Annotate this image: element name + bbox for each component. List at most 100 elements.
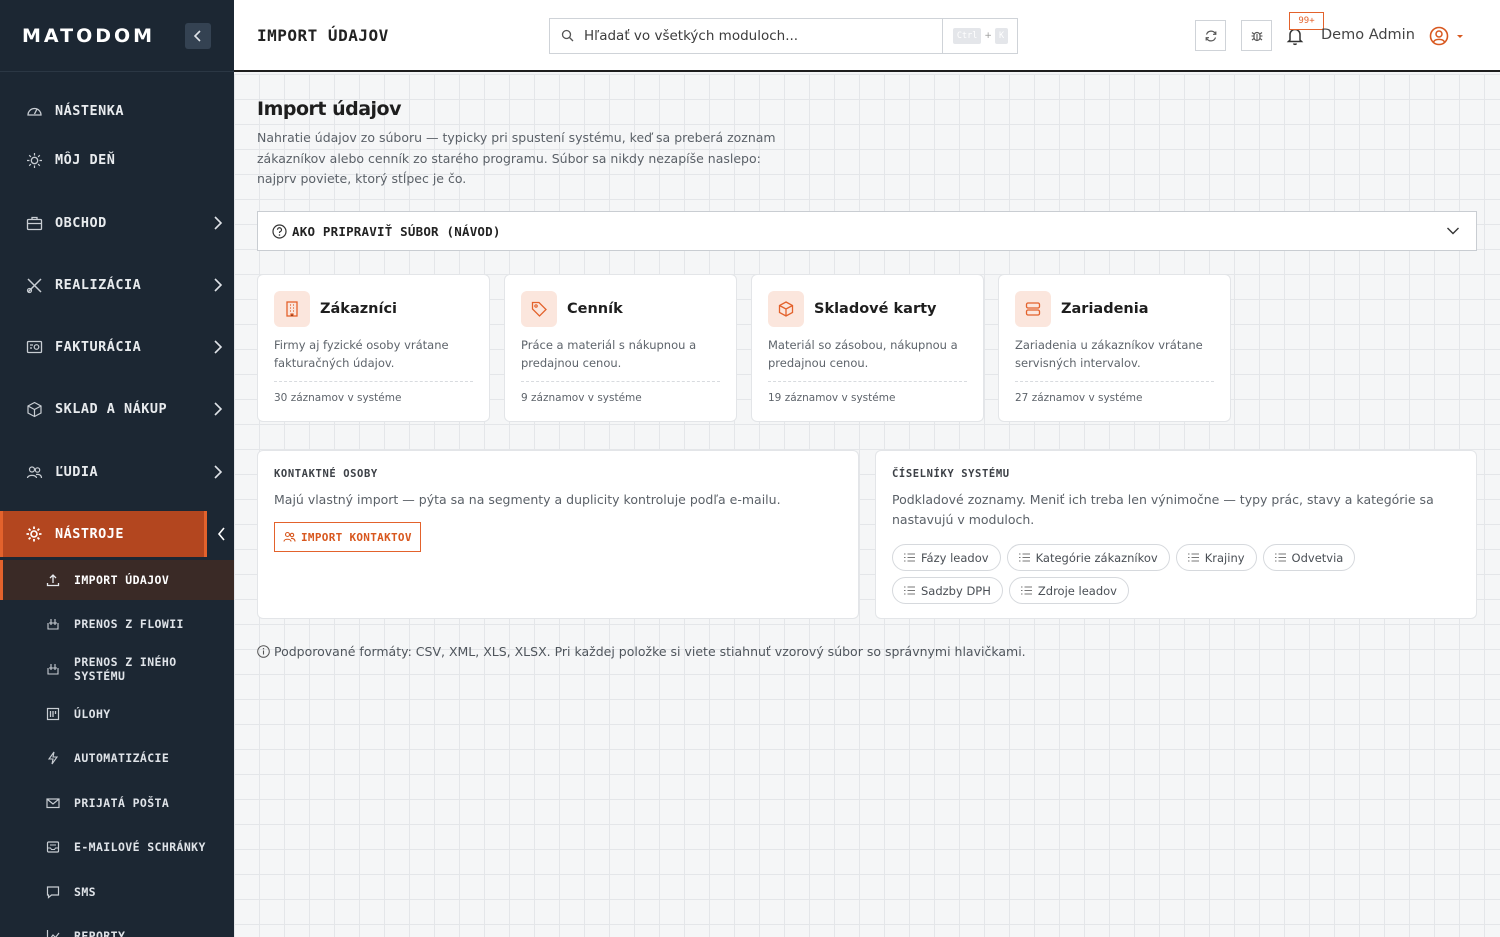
card-count: 27 záznamov v systéme xyxy=(1015,392,1143,404)
tools-icon xyxy=(25,276,43,294)
sidebar-subitem-label: PRENOS Z FLOWII xyxy=(74,617,184,631)
sidebar-subitem-prenos-z-flowii[interactable]: PRENOS Z FLOWII xyxy=(0,604,234,644)
chip-odvetvia[interactable]: Odvetvia xyxy=(1262,544,1356,571)
info-icon xyxy=(257,645,270,658)
sidebar-subitem-reporty[interactable]: REPORTY xyxy=(0,916,234,937)
sidebar-item-label: REALIZÁCIA xyxy=(55,277,142,293)
tasks-icon xyxy=(46,707,60,721)
invoice-icon xyxy=(25,338,43,356)
chip-sadzby-dph[interactable]: Sadzby DPH xyxy=(892,577,1003,604)
chevron-right-icon xyxy=(214,340,223,354)
sun-icon xyxy=(25,151,43,169)
top-header: IMPORT ÚDAJOV Ctrl + K 99+ Demo Admin xyxy=(234,0,1500,72)
sidebar-subitem-prenos-z-ineho-systemu[interactable]: PRENOS Z INÉHO SYSTÉMU xyxy=(0,649,234,689)
sidebar: MATODOM NÁSTENKA MÔJ DEŇ OBCHOD REALIZÁC… xyxy=(0,0,234,937)
sidebar-item-label: SKLAD A NÁKUP xyxy=(55,401,168,417)
global-search[interactable]: Ctrl + K xyxy=(549,18,1018,54)
refresh-icon xyxy=(1205,30,1216,41)
sidebar-item-moj-den[interactable]: MÔJ DEŇ xyxy=(0,137,234,183)
sidebar-subitem-ulohy[interactable]: ÚLOHY xyxy=(0,694,234,734)
sidebar-item-fakturacia[interactable]: FAKTURÁCIA xyxy=(0,324,234,370)
sidebar-item-label: NÁSTROJE xyxy=(55,526,125,542)
collapse-section-button[interactable] xyxy=(204,511,234,557)
chevron-right-icon xyxy=(214,402,223,416)
guide-accordion-label: AKO PRIPRAVIŤ SÚBOR (NÁVOD) xyxy=(292,224,501,239)
brand: MATODOM xyxy=(0,0,234,72)
sidebar-item-nastroje[interactable]: NÁSTROJE xyxy=(0,511,234,557)
sidebar-item-label: MÔJ DEŇ xyxy=(55,152,116,168)
sidebar-subitem-automatizacie[interactable]: AUTOMATIZÁCIE xyxy=(0,738,234,778)
user-avatar-icon[interactable] xyxy=(1429,26,1465,46)
sidebar-subitem-sms[interactable]: SMS xyxy=(0,872,234,912)
card-count: 19 záznamov v systéme xyxy=(768,392,896,404)
kbd-ctrl: Ctrl xyxy=(952,28,982,44)
server-icon xyxy=(1015,291,1051,327)
footnote-text: Podporované formáty: CSV, XML, XLS, XLSX… xyxy=(274,644,1026,659)
list-icon xyxy=(1020,586,1032,595)
message-icon xyxy=(46,885,60,899)
formats-footnote: Podporované formáty: CSV, XML, XLS, XLSX… xyxy=(257,644,1026,659)
bug-report-button[interactable] xyxy=(1241,20,1272,51)
notifications-badge: 99+ xyxy=(1289,12,1324,30)
panel-text: Podkladové zoznamy. Meniť ich treba len … xyxy=(892,492,1434,527)
import-contacts-label: IMPORT KONTAKTOV xyxy=(301,530,412,544)
import-contacts-button[interactable]: IMPORT KONTAKTOV xyxy=(274,522,421,552)
users-icon xyxy=(25,463,43,481)
gear-icon xyxy=(25,525,43,543)
tag-icon xyxy=(521,291,557,327)
import-card-skladove-karty[interactable]: Skladové karty Materiál so zásobou, náku… xyxy=(751,274,984,422)
card-description: Zariadenia u zákazníkov vrátane servisný… xyxy=(1015,338,1203,370)
sidebar-item-sklad-a-nakup[interactable]: SKLAD A NÁKUP xyxy=(0,386,234,432)
card-count: 9 záznamov v systéme xyxy=(521,392,642,404)
sidebar-subitem-label: E-MAILOVÉ SCHRÁNKY xyxy=(74,840,206,854)
app-logo[interactable]: MATODOM xyxy=(22,25,155,47)
transfer-icon xyxy=(46,617,60,631)
card-title: Skladové karty xyxy=(814,301,937,317)
sidebar-item-nastenka[interactable]: NÁSTENKA xyxy=(0,88,234,134)
system-lists-chips: Fázy leadov Kategórie zákazníkov Krajiny… xyxy=(892,544,1462,604)
chip-fazy-leadov[interactable]: Fázy leadov xyxy=(892,544,1001,571)
card-divider xyxy=(274,381,473,382)
gauge-icon xyxy=(25,102,43,120)
sidebar-subitem-e-mailove-schranky[interactable]: E-MAILOVÉ SCHRÁNKY xyxy=(0,827,234,867)
sidebar-subitem-label: REPORTY xyxy=(74,929,126,937)
briefcase-icon xyxy=(25,214,43,232)
collapse-sidebar-button[interactable] xyxy=(185,23,211,49)
card-title: Cenník xyxy=(567,301,623,317)
import-card-zakaznici[interactable]: Zákazníci Firmy aj fyzické osoby vrátane… xyxy=(257,274,490,422)
import-card-zariadenia[interactable]: Zariadenia Zariadenia u zákazníkov vráta… xyxy=(998,274,1231,422)
transfer-icon xyxy=(46,662,60,676)
search-icon xyxy=(561,29,574,42)
chip-zdroje-leadov[interactable]: Zdroje leadov xyxy=(1008,577,1129,604)
sidebar-subitem-import-udajov[interactable]: IMPORT ÚDAJOV xyxy=(0,560,234,600)
chip-krajiny[interactable]: Krajiny xyxy=(1175,544,1257,571)
mail-icon xyxy=(46,796,60,810)
card-description: Firmy aj fyzické osoby vrátane fakturačn… xyxy=(274,338,449,370)
search-input[interactable] xyxy=(584,25,934,47)
chip-kategorie-zakaznikov[interactable]: Kategórie zákazníkov xyxy=(1006,544,1170,571)
sidebar-item-label: FAKTURÁCIA xyxy=(55,339,142,355)
user-name[interactable]: Demo Admin xyxy=(1321,27,1415,43)
list-icon xyxy=(1018,553,1030,562)
card-title: Zákazníci xyxy=(320,301,398,317)
main-content: Import údajov Nahratie údajov zo súboru … xyxy=(234,74,1500,937)
sidebar-subitem-prijata-posta[interactable]: PRIJATÁ POŠTA xyxy=(0,783,234,823)
chevron-right-icon xyxy=(214,465,223,479)
sidebar-item-label: NÁSTENKA xyxy=(55,103,125,119)
sidebar-item-realizacia[interactable]: REALIZÁCIA xyxy=(0,262,234,308)
kbd-k: K xyxy=(994,28,1009,44)
help-circle-icon xyxy=(272,224,287,239)
import-card-cennik[interactable]: Cenník Práce a materiál s nákupnou a pre… xyxy=(504,274,737,422)
sidebar-item-obchod[interactable]: OBCHOD xyxy=(0,200,234,246)
list-icon xyxy=(904,553,915,562)
guide-accordion[interactable]: AKO PRIPRAVIŤ SÚBOR (NÁVOD) xyxy=(257,211,1477,251)
sidebar-subitem-label: PRIJATÁ POŠTA xyxy=(74,796,170,810)
sidebar-item-ludia[interactable]: ĽUDIA xyxy=(0,449,234,495)
page-title: IMPORT ÚDAJOV xyxy=(257,26,389,45)
panel-text: Majú vlastný import — pýta sa na segment… xyxy=(274,492,781,507)
bug-icon xyxy=(1251,31,1262,41)
page-intro: Nahratie údajov zo súboru — typicky pri … xyxy=(257,130,776,186)
box-icon xyxy=(25,400,43,418)
refresh-button[interactable] xyxy=(1195,20,1226,51)
users-icon xyxy=(283,531,296,542)
